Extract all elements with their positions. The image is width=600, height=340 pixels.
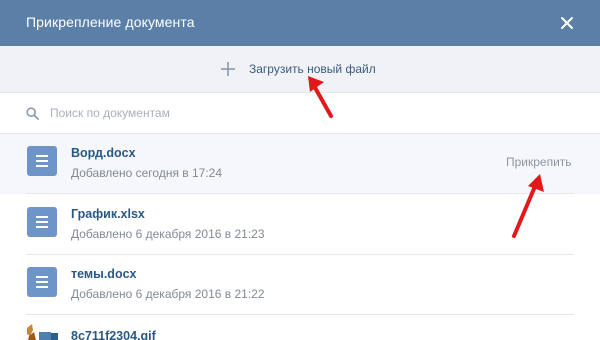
document-name: темы.docx (71, 267, 137, 281)
search-icon (26, 107, 39, 120)
document-name: 8c711f2304.gif (71, 329, 156, 340)
document-icon (27, 267, 57, 297)
document-icon (27, 146, 57, 176)
document-row[interactable]: Ворд.docx Добавлено сегодня в 17:24 Прик… (0, 134, 600, 194)
document-row[interactable]: 8c711f2304.gif (0, 324, 600, 340)
dialog-header: Прикрепление документа (0, 0, 600, 46)
document-date: Добавлено 6 декабря 2016 в 21:23 (71, 227, 265, 241)
attach-document-dialog: Прикрепление документа Загрузить новый ф… (0, 0, 600, 340)
close-button[interactable] (556, 12, 578, 34)
dialog-title: Прикрепление документа (26, 14, 195, 30)
document-icon (27, 207, 57, 237)
row-divider (26, 314, 574, 315)
upload-new-file-button[interactable]: Загрузить новый файл (0, 46, 600, 93)
upload-new-file-label: Загрузить новый файл (249, 62, 376, 76)
document-name: Ворд.docx (71, 146, 136, 160)
document-name: График.xlsx (71, 207, 145, 221)
search-input[interactable] (50, 103, 570, 123)
document-row[interactable]: График.xlsx Добавлено 6 декабря 2016 в 2… (0, 195, 600, 255)
row-divider (26, 193, 574, 194)
search-bar (0, 93, 600, 134)
gif-thumbnail-icon (27, 324, 58, 340)
document-date: Добавлено 6 декабря 2016 в 21:22 (71, 287, 265, 301)
document-date: Добавлено сегодня в 17:24 (71, 166, 223, 180)
plus-icon (221, 62, 235, 76)
close-icon (561, 17, 573, 29)
attach-button[interactable]: Прикрепить (506, 155, 572, 169)
document-row[interactable]: темы.docx Добавлено 6 декабря 2016 в 21:… (0, 255, 600, 315)
